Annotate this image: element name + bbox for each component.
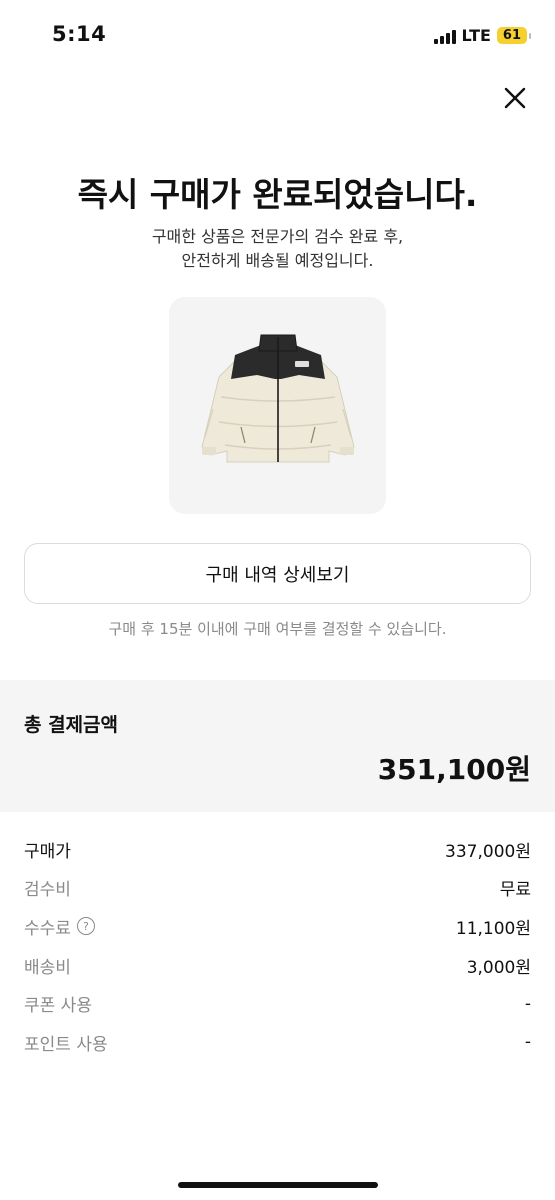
decision-notice: 구매 후 15분 이내에 구매 여부를 결정할 수 있습니다. [108, 620, 447, 638]
product-image-card [169, 297, 386, 514]
close-button[interactable] [501, 84, 529, 112]
row-value: 무료 [499, 880, 531, 901]
total-label: 총 결제금액 [24, 714, 119, 736]
row-purchase-price: 구매가 337,000원 [24, 830, 531, 869]
row-commission: 수수료 ? 11,100원 [24, 907, 531, 946]
row-shipping-fee: 배송비 3,000원 [24, 946, 531, 985]
row-label: 구매가 [24, 841, 71, 862]
question-icon[interactable]: ? [76, 917, 95, 936]
row-value: 3,000원 [466, 957, 531, 978]
page-title: 즉시 구매가 완료되었습니다. [77, 175, 478, 214]
row-inspection-fee: 검수비 무료 [24, 869, 531, 908]
subtitle-line-2: 안전하게 배송될 예정입니다. [181, 251, 374, 270]
purchase-detail-button[interactable]: 구매 내역 상세보기 [24, 543, 531, 604]
row-points: 포인트 사용 - [24, 1023, 531, 1062]
row-label: 수수료 [24, 918, 71, 939]
subtitle-line-1: 구매한 상품은 전문가의 검수 완료 후, [151, 227, 404, 246]
payment-breakdown: 구매가 337,000원 검수비 무료 수수료 ? 11,100원 배송비 3,… [24, 830, 531, 1062]
total-amount: 351,100원 [377, 753, 531, 786]
row-coupon: 쿠폰 사용 - [24, 984, 531, 1023]
status-time: 5:14 [52, 22, 107, 46]
row-value: - [524, 993, 531, 1014]
status-bar: 5:14 LTE 61 [0, 0, 555, 72]
row-label: 검수비 [24, 880, 71, 901]
row-label: 쿠폰 사용 [24, 996, 92, 1017]
signal-icon [433, 28, 456, 44]
row-label: 포인트 사용 [24, 1034, 108, 1055]
row-value: - [524, 1032, 531, 1053]
total-payment-section: 총 결제금액 351,100원 [0, 680, 555, 812]
home-indicator[interactable] [178, 1182, 378, 1188]
row-value: 337,000원 [445, 841, 531, 862]
row-label: 배송비 [24, 957, 71, 978]
confirmation-subtitle: 구매한 상품은 전문가의 검수 완료 후, 안전하게 배송될 예정입니다. [0, 225, 555, 273]
network-type: LTE [461, 26, 491, 45]
battery-icon: 61 [496, 27, 532, 44]
row-value: 11,100원 [455, 918, 531, 939]
puffer-jacket-image [201, 334, 355, 463]
status-indicators: LTE 61 [433, 26, 532, 45]
close-icon [504, 87, 526, 109]
